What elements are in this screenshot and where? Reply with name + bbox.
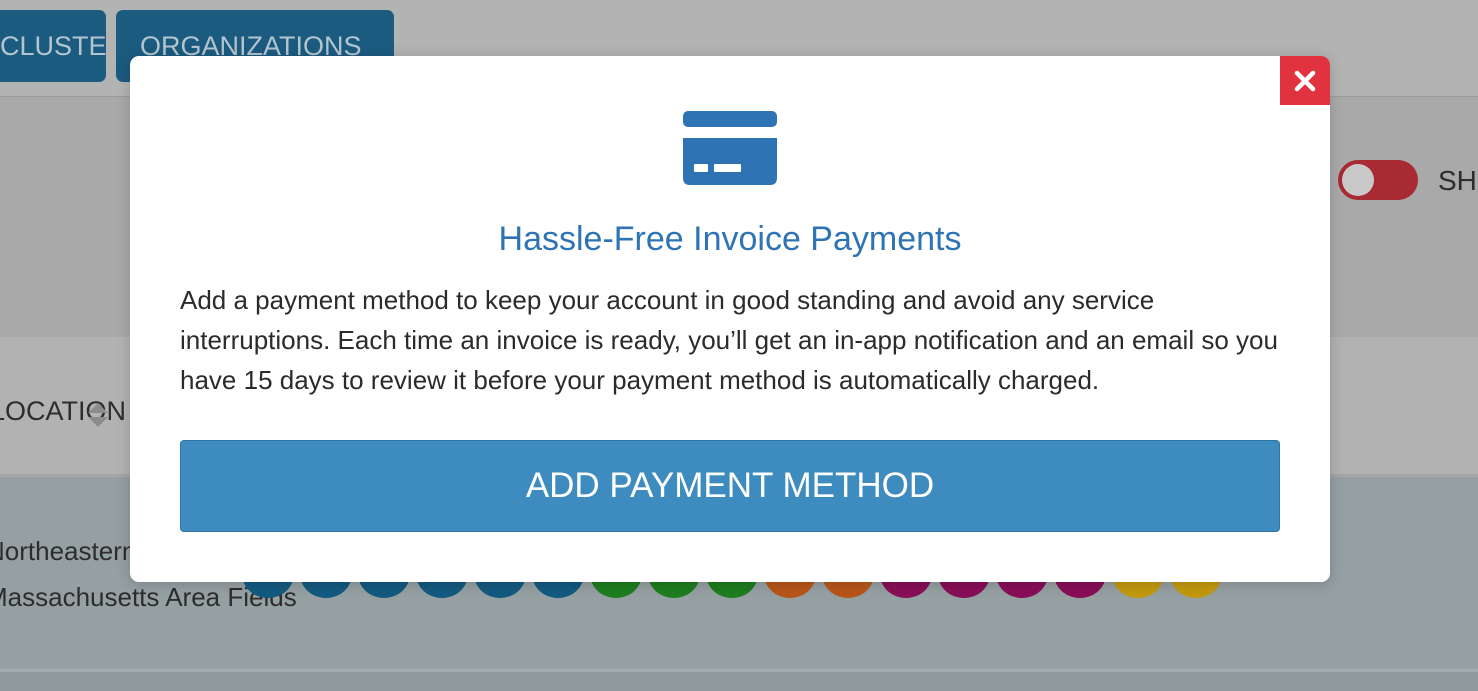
modal-description: Add a payment method to keep your accoun… xyxy=(180,285,1278,395)
tab-clusters[interactable]: CLUSTERS xyxy=(0,10,106,82)
credit-card-icon xyxy=(683,111,777,185)
modal-title: Hassle-Free Invoice Payments xyxy=(498,220,962,258)
toggle-knob xyxy=(1342,164,1374,196)
sort-icon[interactable] xyxy=(87,402,109,428)
payment-modal: Hassle-Free Invoice Payments Add a payme… xyxy=(130,56,1330,582)
close-icon xyxy=(1294,70,1316,92)
toggle-label: SH xyxy=(1438,165,1477,196)
add-payment-method-button[interactable]: ADD PAYMENT METHOD xyxy=(180,440,1280,532)
show-toggle[interactable] xyxy=(1338,160,1418,200)
tab-clusters-label: CLUSTERS xyxy=(0,31,106,61)
close-button[interactable] xyxy=(1280,56,1330,105)
